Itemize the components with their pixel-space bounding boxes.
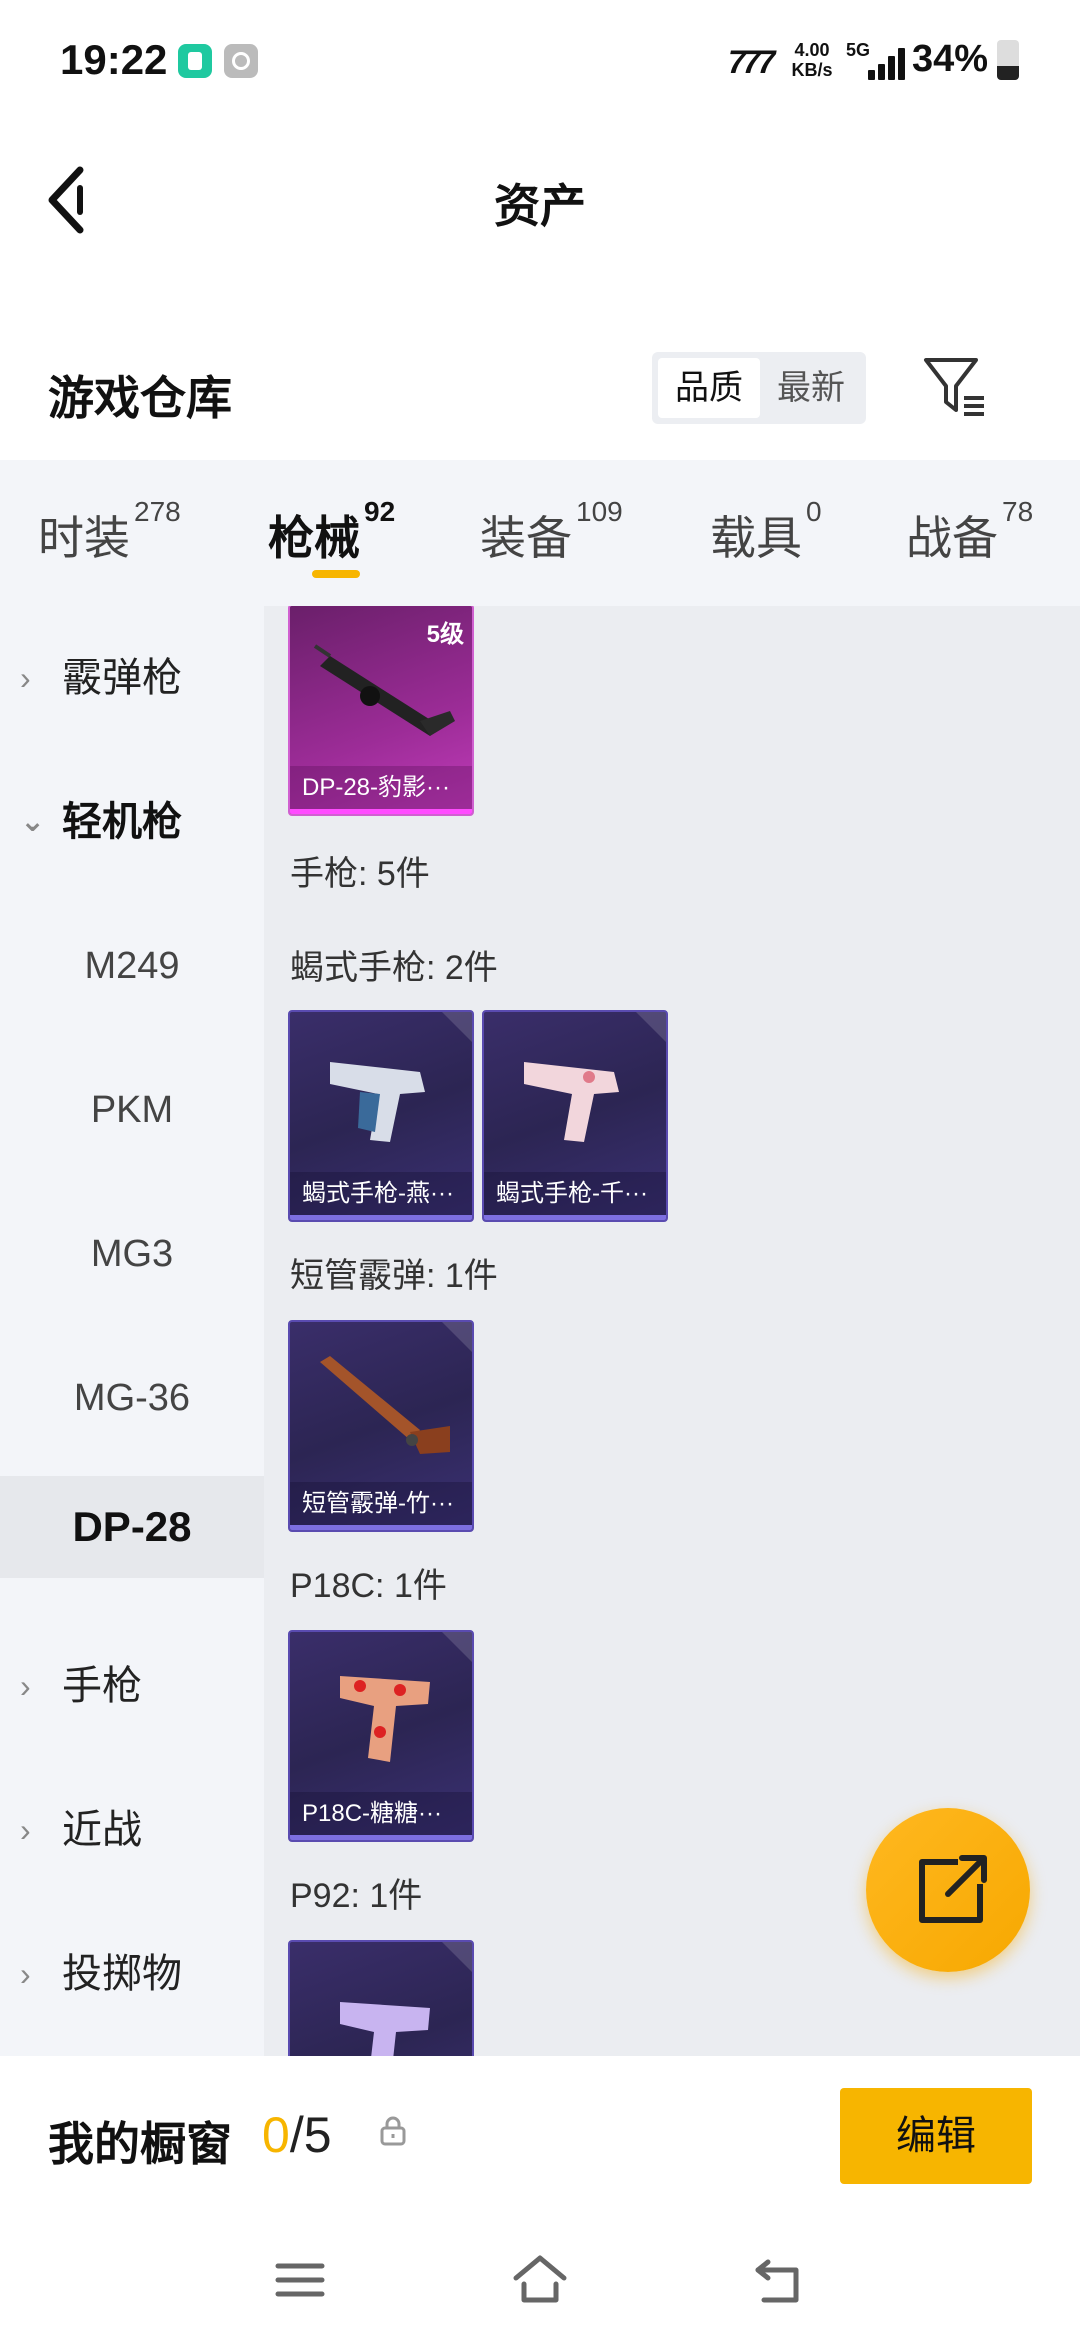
signal-icon <box>866 48 906 80</box>
tab-equipment[interactable]: 装备109 <box>480 496 623 568</box>
sidebar-item-shotgun[interactable]: › 霰弹枪 <box>0 606 264 750</box>
sidebar-item-label: 霰弹枪 <box>62 656 182 700</box>
sort-option-newest[interactable]: 最新 <box>760 358 862 418</box>
pistol-weapon-icon <box>524 1062 619 1142</box>
sidebar-item-melee[interactable]: › 近战 <box>0 1758 264 1902</box>
item-card-label: 蝎式手枪-千··· <box>484 1172 666 1220</box>
system-navbar <box>0 2216 1080 2344</box>
item-card-skorpion-1[interactable]: 蝎式手枪-燕··· <box>288 1010 474 1222</box>
tab-label: 战备 <box>906 512 998 564</box>
chevron-right-icon: › <box>20 1668 31 1704</box>
battery-percent: 34% <box>912 38 989 80</box>
network-speed-unit: KB/s <box>791 60 833 80</box>
sidebar-item-mg36[interactable]: MG-36 <box>0 1326 264 1470</box>
tab-label: 枪械 <box>268 512 360 564</box>
item-card-sawed-off[interactable]: 短管霰弹-竹··· <box>288 1320 474 1532</box>
sidebar-item-pistol[interactable]: › 手枪 <box>0 1614 264 1758</box>
item-card-dp28[interactable]: 5级 DP-28-豹影··· <box>288 606 474 816</box>
showcase-count: 0/5 <box>262 2106 332 2164</box>
tab-count: 109 <box>576 496 623 527</box>
sidebar-item-throwables[interactable]: › 投掷物 <box>0 1902 264 2046</box>
sort-segmented-control: 品质 最新 <box>652 352 866 424</box>
share-button[interactable] <box>866 1808 1030 1972</box>
group-title-skorpion: 蝎式手枪: 2件 <box>290 949 498 987</box>
network-speed: 4.00 KB/s <box>784 40 840 80</box>
sidebar-item-mg3[interactable]: MG3 <box>0 1182 264 1326</box>
item-card-label: 蝎式手枪-燕··· <box>290 1172 472 1220</box>
network-speed-value: 4.00 <box>794 40 830 60</box>
sidebar-item-label: 投掷物 <box>62 1952 182 1996</box>
page-title: 资产 <box>494 180 586 232</box>
sidebar-item-label: 近战 <box>62 1808 142 1852</box>
menu-icon[interactable] <box>270 2250 330 2310</box>
tab-label: 装备 <box>480 512 572 564</box>
status-bar: 19:22 777 4.00 KB/s 5G 34% <box>0 0 1080 120</box>
sidebar-item-lmg[interactable]: ⌄ 轻机枪 <box>0 750 264 894</box>
tab-vehicles[interactable]: 载具0 <box>710 496 822 568</box>
battery-icon <box>997 40 1019 80</box>
sidebar-item-m249[interactable]: M249 <box>0 894 264 1038</box>
settings-notification-icon <box>224 44 258 78</box>
tab-label: 载具 <box>710 512 802 564</box>
tab-count: 278 <box>134 496 181 527</box>
pistol-weapon-icon <box>340 1676 430 1762</box>
active-tab-indicator <box>312 570 360 578</box>
warehouse-title: 游戏仓库 <box>48 372 232 424</box>
section-title-pistols: 手枪: 5件 <box>290 855 430 893</box>
filter-button[interactable] <box>920 352 990 422</box>
sidebar: › 霰弹枪 ⌄ 轻机枪 M249 PKM MG3 MG-36 DP-28 › 手… <box>0 606 264 2056</box>
shotgun-weapon-icon <box>320 1356 450 1454</box>
showcase-title: 我的橱窗 <box>48 2118 232 2170</box>
showcase-count-current: 0 <box>262 2107 290 2163</box>
chevron-right-icon: › <box>20 1812 31 1848</box>
item-card-label: 短管霰弹-竹··· <box>290 1482 472 1530</box>
sidebar-item-pkm[interactable]: PKM <box>0 1038 264 1182</box>
showcase-count-total: /5 <box>289 2107 332 2163</box>
chevron-right-icon: › <box>20 660 31 696</box>
sidebar-item-label: 轻机枪 <box>62 800 182 844</box>
lock-icon <box>380 2116 406 2146</box>
tab-label: 时装 <box>38 512 130 564</box>
group-title-p18c: P18C: 1件 <box>290 1567 447 1605</box>
tab-supplies[interactable]: 战备78 <box>906 496 1033 568</box>
tab-count: 78 <box>1002 496 1034 527</box>
lmg-weapon-icon <box>313 644 455 736</box>
app-notification-icon <box>178 44 212 78</box>
group-title-sawed-off: 短管霰弹: 1件 <box>290 1257 498 1295</box>
item-card-p18c[interactable]: P18C-糖糖··· <box>288 1630 474 1842</box>
showcase-bar: 我的橱窗 0/5 编辑 <box>0 2056 1080 2216</box>
chevron-right-icon: › <box>20 1956 31 1992</box>
category-tabs: 时装278 枪械92 装备109 载具0 战备78 <box>0 460 1080 606</box>
item-card-label: P18C-糖糖··· <box>290 1792 472 1840</box>
pistol-weapon-icon <box>340 2002 430 2056</box>
group-title-p92: P92: 1件 <box>290 1877 423 1915</box>
filter-icon <box>924 358 984 416</box>
back-icon[interactable] <box>750 2250 810 2310</box>
edit-button[interactable]: 编辑 <box>840 2088 1032 2184</box>
chevron-down-icon: ⌄ <box>20 805 46 838</box>
item-card-skorpion-2[interactable]: 蝎式手枪-千··· <box>482 1010 668 1222</box>
status-time: 19:22 <box>60 36 168 83</box>
tab-firearms[interactable]: 枪械92 <box>268 496 395 568</box>
share-external-icon <box>919 1855 987 1923</box>
sidebar-item-label: 手枪 <box>62 1664 142 1708</box>
tab-count: 0 <box>806 496 822 527</box>
sort-option-quality[interactable]: 品质 <box>658 358 760 418</box>
tab-count: 92 <box>364 496 396 527</box>
header: 资产 <box>0 140 1080 260</box>
item-card-label: DP-28-豹影··· <box>290 766 472 814</box>
pistol-weapon-icon <box>330 1062 425 1142</box>
tab-fashion[interactable]: 时装278 <box>38 496 181 568</box>
home-icon[interactable] <box>510 2250 570 2310</box>
network-logo-icon: 777 <box>728 44 775 80</box>
item-card-p92[interactable] <box>288 1940 474 2056</box>
sidebar-item-dp28[interactable]: DP-28 <box>0 1476 264 1578</box>
